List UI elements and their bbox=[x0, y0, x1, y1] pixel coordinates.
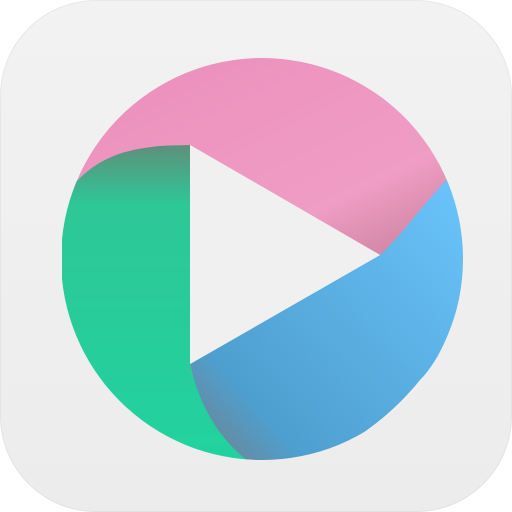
app-icon-tile[interactable] bbox=[0, 0, 512, 512]
media-player-logo bbox=[61, 58, 463, 460]
